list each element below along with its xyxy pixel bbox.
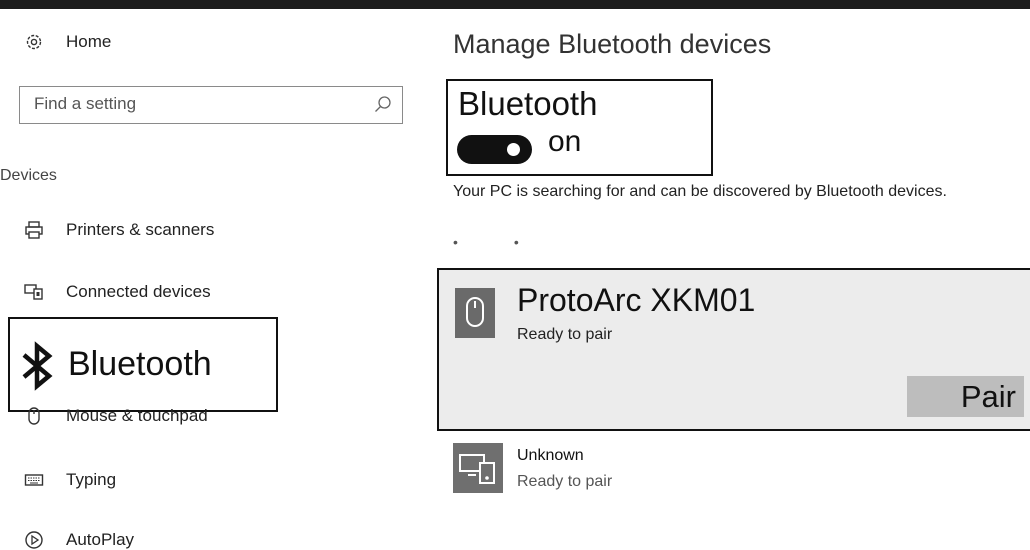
sidebar-item-autoplay[interactable]: AutoPlay [24,530,134,550]
sidebar: Home Devices Printers & scanners Connect… [0,9,420,549]
bluetooth-heading: Bluetooth [458,85,598,122]
sidebar-item-bluetooth[interactable]: Bluetooth [8,317,278,412]
bluetooth-toggle-group: Bluetooth on [446,79,713,176]
sidebar-item-label: Mouse & touchpad [66,406,208,425]
sidebar-item-label: Typing [66,470,117,489]
sidebar-item-label: Connected devices [66,282,211,301]
page-title: Manage Bluetooth devices [453,29,772,59]
mouse-device-icon [455,288,495,338]
device-name: ProtoArc XKM01 [517,282,756,318]
sidebar-item-label: AutoPlay [66,530,135,549]
window-top-border [0,0,1030,9]
sidebar-item-typing[interactable]: Typing [24,470,116,490]
searching-progress-dots: •• [453,234,575,250]
toggle-state-label: on [548,125,582,158]
section-heading: Devices [0,167,57,184]
device-item-selected[interactable]: ProtoArc XKM01 Ready to pair Pair [437,268,1030,431]
device-status: Ready to pair [517,473,613,490]
pair-button[interactable]: Pair [907,376,1024,417]
main-content: Manage Bluetooth devices Bluetooth on Yo… [420,9,1030,549]
search-box[interactable] [19,86,403,124]
autoplay-icon [24,530,44,550]
search-input[interactable] [20,87,364,121]
search-icon[interactable] [374,95,392,118]
sidebar-item-home[interactable]: Home [24,32,111,52]
device-status: Ready to pair [517,326,613,343]
sidebar-item-label: Bluetooth [68,345,212,383]
sidebar-item-connected-devices[interactable]: Connected devices [24,282,211,302]
device-name: Unknown [517,447,584,464]
mouse-icon [24,406,44,426]
sidebar-item-mouse[interactable]: Mouse & touchpad [24,406,208,426]
device-item[interactable]: Unknown Ready to pair [453,441,853,501]
discovery-status-text: Your PC is searching for and can be disc… [453,183,947,200]
printer-icon [24,220,44,240]
bluetooth-toggle[interactable] [457,135,532,164]
connected-devices-icon [24,282,44,302]
gear-icon [24,32,44,52]
sidebar-item-printers[interactable]: Printers & scanners [24,220,214,240]
toggle-knob [507,143,520,156]
sidebar-item-label: Home [66,32,112,51]
keyboard-icon [24,470,44,490]
sidebar-item-label: Printers & scanners [66,220,215,239]
generic-device-icon [453,443,503,493]
bluetooth-icon [20,341,54,396]
